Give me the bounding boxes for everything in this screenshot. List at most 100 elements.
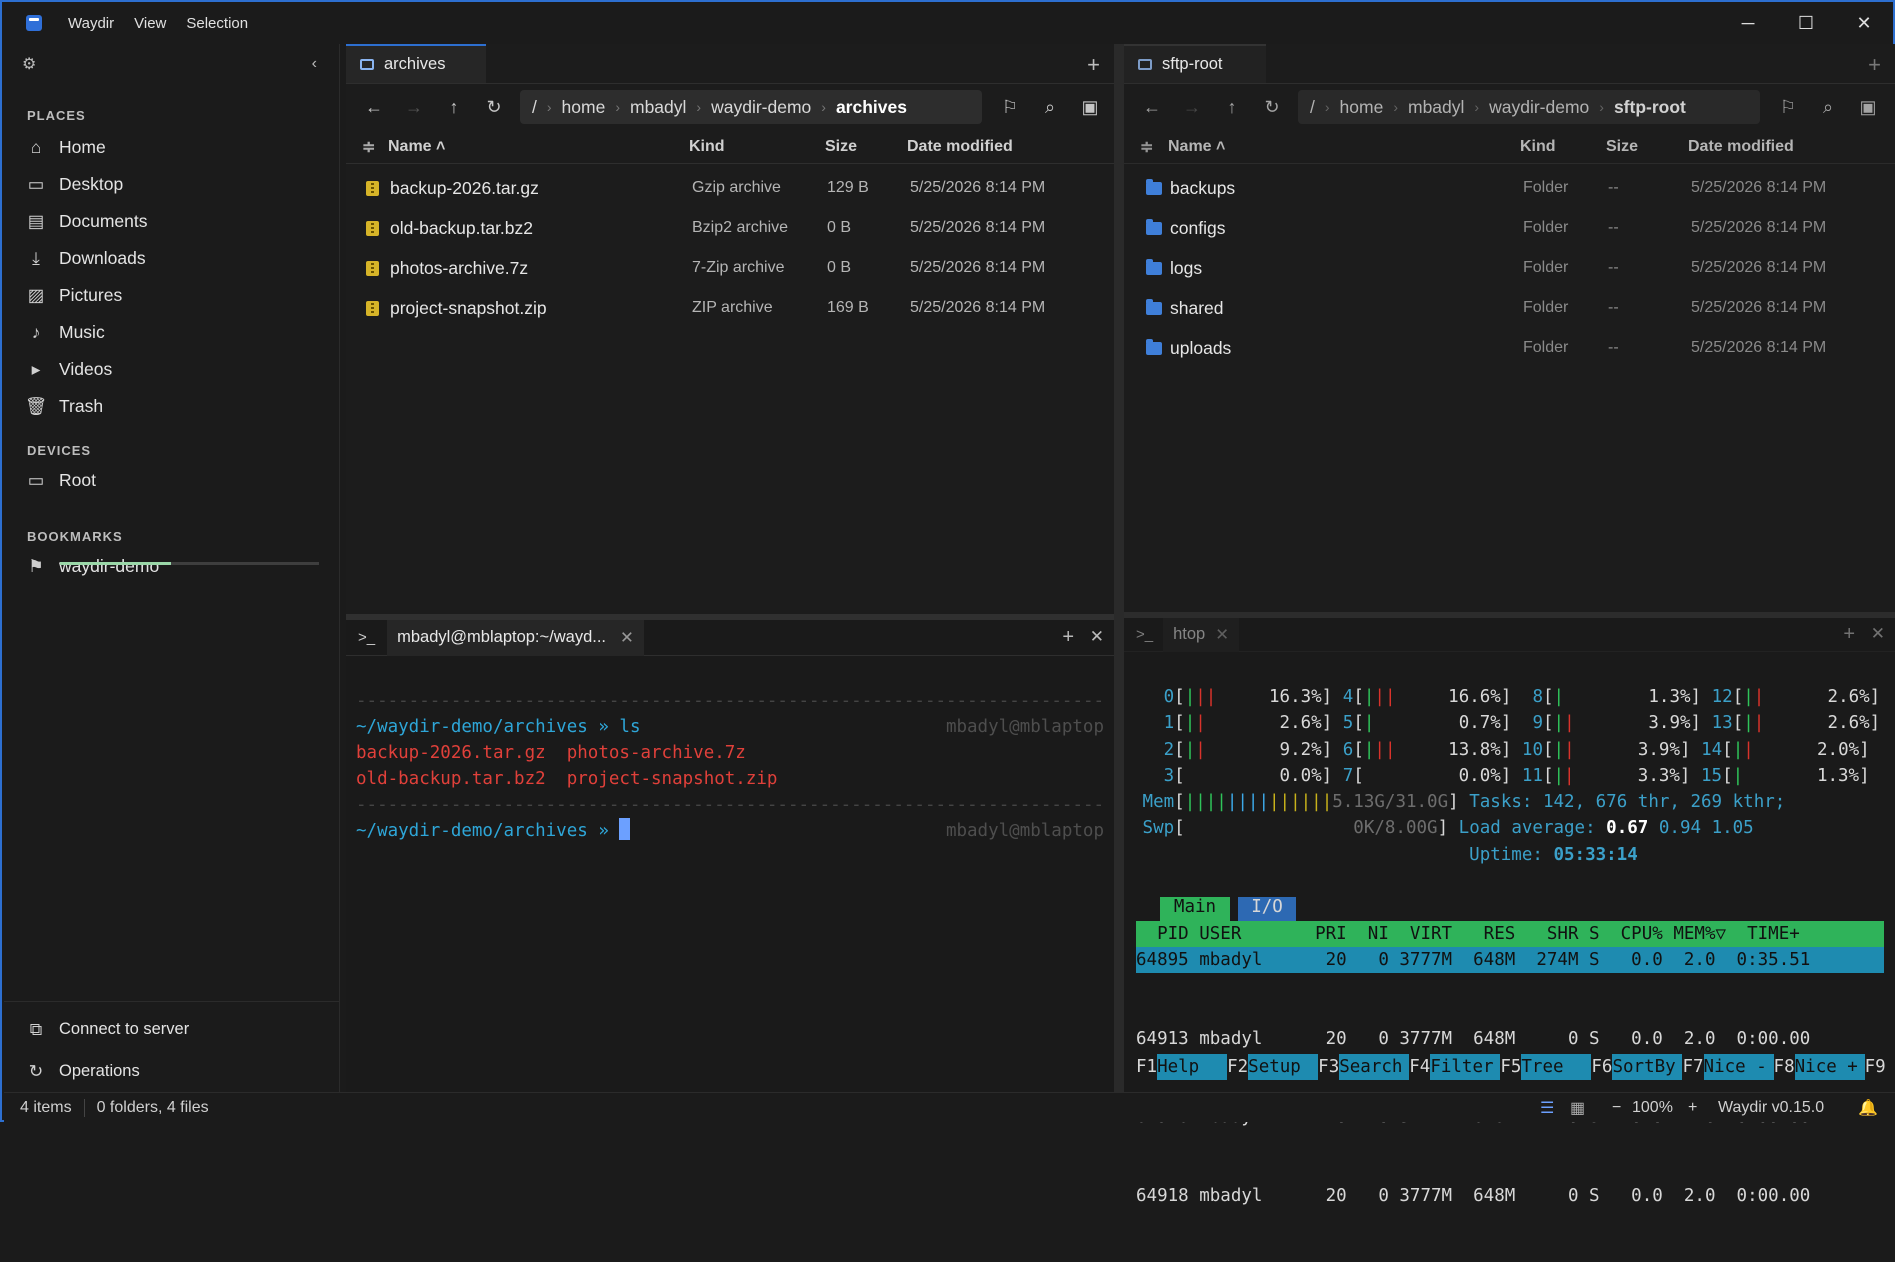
- column-size[interactable]: Size: [825, 138, 857, 156]
- fkey-label[interactable]: Setup: [1248, 1054, 1319, 1080]
- file-row[interactable]: backup-2026.tar.gz Gzip archive 129 B 5/25/…: [346, 168, 1114, 208]
- htop-row[interactable]: 64913 mbadyl 20 0 3777M 648M 0 S 0.0 2.0…: [1136, 1026, 1884, 1052]
- menu-selection[interactable]: Selection: [186, 15, 248, 32]
- folder-row[interactable]: backups Folder -- 5/25/2026 8:14 PM: [1124, 168, 1895, 208]
- sliders-icon[interactable]: ⚙: [22, 54, 36, 74]
- collapse-sidebar-icon[interactable]: ‹: [312, 55, 317, 73]
- htop-selected-row[interactable]: 64895 mbadyl 20 0 3777M 648M 274M S 0.0 …: [1136, 947, 1884, 973]
- htop-tab-main[interactable]: Main: [1160, 897, 1230, 921]
- back-icon[interactable]: ←: [1132, 97, 1172, 118]
- folder-row[interactable]: shared Folder -- 5/25/2026 8:14 PM: [1124, 288, 1895, 328]
- close-icon[interactable]: ✕: [1835, 2, 1893, 44]
- refresh-icon[interactable]: ↻: [1252, 97, 1292, 118]
- sidebar-item-desktop[interactable]: ▭ Desktop: [4, 166, 339, 203]
- forward-icon[interactable]: →: [1172, 97, 1212, 118]
- column-date[interactable]: Date modified: [907, 138, 1013, 156]
- fkey[interactable]: F9: [1865, 1054, 1886, 1080]
- column-kind[interactable]: Kind: [689, 138, 725, 156]
- sidebar-item-root[interactable]: ▭ Root: [4, 462, 339, 499]
- minimize-icon[interactable]: ─: [1719, 2, 1777, 44]
- fkey-label[interactable]: SortBy: [1612, 1054, 1683, 1080]
- maximize-icon[interactable]: ☐: [1777, 2, 1835, 44]
- new-folder-icon[interactable]: ▣: [1070, 97, 1110, 118]
- sidebar-item-documents[interactable]: ▤ Documents: [4, 203, 339, 240]
- sidebar-item-bookmark[interactable]: ⚑ waydir-demo: [4, 548, 339, 585]
- tab-sftp-root[interactable]: sftp-root: [1124, 44, 1266, 83]
- fkey[interactable]: F8: [1774, 1054, 1795, 1080]
- list-view-icon[interactable]: ☰: [1540, 1098, 1554, 1118]
- crumb-mbadyl[interactable]: mbadyl: [630, 97, 686, 118]
- close-pane-icon[interactable]: ✕: [1090, 627, 1104, 647]
- column-kind[interactable]: Kind: [1520, 138, 1556, 156]
- fkey-label[interactable]: Search: [1339, 1054, 1410, 1080]
- new-terminal-icon[interactable]: +: [1062, 626, 1074, 649]
- folder-row[interactable]: logs Folder -- 5/25/2026 8:14 PM: [1124, 248, 1895, 288]
- refresh-icon[interactable]: ↻: [474, 97, 514, 118]
- operations-button[interactable]: ↻ Operations: [4, 1050, 339, 1092]
- menu-view[interactable]: View: [134, 15, 166, 32]
- tab-htop[interactable]: htop ✕: [1163, 617, 1240, 652]
- fkey[interactable]: F5: [1500, 1054, 1521, 1080]
- new-terminal-icon[interactable]: +: [1843, 623, 1855, 646]
- sidebar-item-music[interactable]: ♪ Music: [4, 314, 339, 351]
- crumb-waydir-demo[interactable]: waydir-demo: [711, 97, 811, 118]
- fkey[interactable]: F3: [1318, 1054, 1339, 1080]
- column-name[interactable]: Name ˄: [388, 138, 445, 156]
- column-name[interactable]: Name ˄: [1168, 138, 1225, 156]
- fkey-label[interactable]: Filter: [1430, 1054, 1501, 1080]
- zoom-out-icon[interactable]: −: [1612, 1099, 1621, 1117]
- fkey[interactable]: F4: [1409, 1054, 1430, 1080]
- search-icon[interactable]: ⌕: [1808, 97, 1848, 118]
- crumb-root[interactable]: /: [532, 97, 537, 118]
- crumb-waydir-demo[interactable]: waydir-demo: [1489, 97, 1589, 118]
- sidebar-item-downloads[interactable]: ⤓ Downloads: [4, 240, 339, 277]
- forward-icon[interactable]: →: [394, 97, 434, 118]
- back-icon[interactable]: ←: [354, 97, 394, 118]
- crumb-root[interactable]: /: [1310, 97, 1315, 118]
- grid-view-icon[interactable]: ▦: [1570, 1098, 1585, 1118]
- file-row[interactable]: photos-archive.7z 7-Zip archive 0 B 5/25/20…: [346, 248, 1114, 288]
- crumb-archives[interactable]: archives: [836, 97, 907, 118]
- zoom-in-icon[interactable]: +: [1688, 1099, 1697, 1117]
- sidebar-item-videos[interactable]: ▸ Videos: [4, 351, 339, 388]
- terminal-output[interactable]: ----------------------------------------…: [346, 656, 1114, 896]
- fkey[interactable]: F1: [1136, 1054, 1157, 1080]
- htop-row[interactable]: 64918 mbadyl 20 0 3777M 648M 0 S 0.0 2.0…: [1136, 1183, 1884, 1209]
- new-tab-icon[interactable]: +: [1087, 52, 1100, 78]
- bell-icon[interactable]: 🔔: [1858, 1098, 1878, 1118]
- file-row[interactable]: project-snapshot.zip ZIP archive 169 B 5/25…: [346, 288, 1114, 328]
- fkey[interactable]: F6: [1591, 1054, 1612, 1080]
- crumb-sftp-root[interactable]: sftp-root: [1614, 97, 1686, 118]
- fkey-label[interactable]: Help: [1157, 1054, 1228, 1080]
- bookmark-icon[interactable]: ⚐: [990, 97, 1030, 118]
- column-size[interactable]: Size: [1606, 138, 1638, 156]
- bookmark-icon[interactable]: ⚐: [1768, 97, 1808, 118]
- connect-to-server-button[interactable]: ⧉ Connect to server: [4, 1008, 339, 1050]
- search-icon[interactable]: ⌕: [1030, 97, 1070, 118]
- fkey[interactable]: F7: [1682, 1054, 1703, 1080]
- tab-archives[interactable]: archives: [346, 44, 486, 83]
- file-row[interactable]: old-backup.tar.bz2 Bzip2 archive 0 B 5/25/2…: [346, 208, 1114, 248]
- crumb-home[interactable]: home: [1340, 97, 1384, 118]
- tab-terminal[interactable]: mbadyl@mblaptop:~/wayd... ✕: [387, 619, 644, 656]
- column-settings-icon[interactable]: ≑: [362, 137, 375, 157]
- crumb-mbadyl[interactable]: mbadyl: [1408, 97, 1464, 118]
- close-tab-icon[interactable]: ✕: [620, 628, 634, 648]
- fkey-label[interactable]: Tree: [1521, 1054, 1592, 1080]
- fkey-label[interactable]: Nice -: [1703, 1054, 1774, 1080]
- folder-row[interactable]: uploads Folder -- 5/25/2026 8:14 PM: [1124, 328, 1895, 368]
- sidebar-item-pictures[interactable]: ▨ Pictures: [4, 277, 339, 314]
- sidebar-item-trash[interactable]: 🗑 Trash: [4, 388, 339, 425]
- close-pane-icon[interactable]: ✕: [1871, 624, 1885, 644]
- column-settings-icon[interactable]: ≑: [1140, 137, 1153, 157]
- folder-row[interactable]: configs Folder -- 5/25/2026 8:14 PM: [1124, 208, 1895, 248]
- column-date[interactable]: Date modified: [1688, 138, 1794, 156]
- crumb-home[interactable]: home: [562, 97, 606, 118]
- close-tab-icon[interactable]: ✕: [1215, 625, 1229, 645]
- sidebar-item-home[interactable]: ⌂ Home: [4, 129, 339, 166]
- up-icon[interactable]: ↑: [434, 97, 474, 118]
- fkey-label[interactable]: Nice +: [1794, 1054, 1865, 1080]
- new-tab-icon[interactable]: +: [1868, 52, 1881, 78]
- new-folder-icon[interactable]: ▣: [1848, 97, 1888, 118]
- pane-splitter[interactable]: [1114, 44, 1124, 1092]
